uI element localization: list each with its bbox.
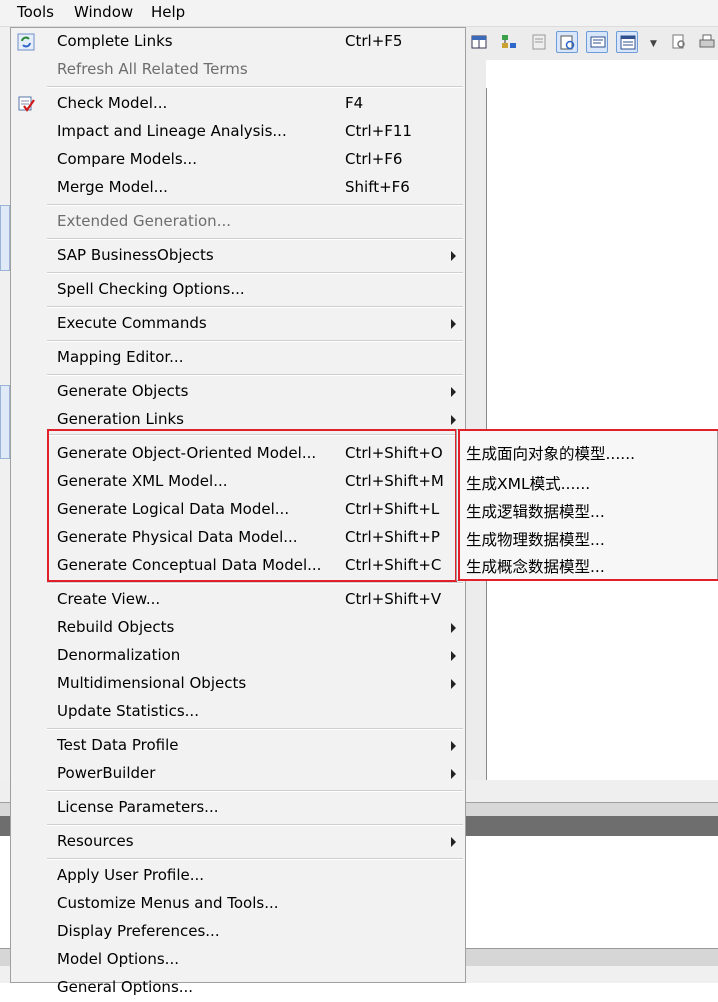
menu-item-mapping-editor[interactable]: Mapping Editor... — [11, 344, 465, 372]
toolbar-button[interactable] — [586, 31, 608, 53]
submenu-arrow-icon — [451, 741, 456, 751]
submenu-arrow-icon — [451, 623, 456, 633]
submenu-arrow-icon — [451, 415, 456, 425]
menu-item-general-options[interactable]: General Options... — [11, 974, 465, 1002]
toolbar-button[interactable] — [616, 31, 638, 53]
print-preview-icon — [672, 34, 685, 49]
menu-bar: Tools Window Help — [0, 0, 718, 27]
submenu-arrow-icon — [451, 251, 456, 261]
menu-item-spell-checking-options[interactable]: Spell Checking Options... — [11, 276, 465, 304]
menu-item-customize-menus-tools[interactable]: Customize Menus and Tools... — [11, 890, 465, 918]
menu-item-denormalization[interactable]: Denormalization — [11, 642, 465, 670]
toolbar-button[interactable] — [468, 31, 490, 53]
toolbar-dropdown-icon[interactable]: ▼ — [650, 39, 657, 49]
menu-item-license-parameters[interactable]: License Parameters... — [11, 794, 465, 822]
menu-item-check-model[interactable]: Check Model... F4 — [11, 90, 465, 118]
submenu-arrow-icon — [451, 651, 456, 661]
menu-item-rebuild-objects[interactable]: Rebuild Objects — [11, 614, 465, 642]
menu-item-sap-businessobjects[interactable]: SAP BusinessObjects — [11, 242, 465, 270]
menu-item-model-options[interactable]: Model Options... — [11, 946, 465, 974]
menu-item-create-view[interactable]: Create View... Ctrl+Shift+V — [11, 586, 465, 614]
menu-item-powerbuilder[interactable]: PowerBuilder — [11, 760, 465, 788]
submenu-highlight-box — [458, 429, 718, 581]
toolbar-button[interactable] — [528, 31, 550, 53]
menu-item-display-preferences[interactable]: Display Preferences... — [11, 918, 465, 946]
menu-item-compare-models[interactable]: Compare Models... Ctrl+F6 — [11, 146, 465, 174]
submenu-arrow-icon — [451, 387, 456, 397]
toolbar-button[interactable] — [498, 31, 520, 53]
toolbar-button[interactable] — [668, 31, 690, 53]
menu-item-resources[interactable]: Resources — [11, 828, 465, 856]
menu-item-refresh-related-terms[interactable]: Refresh All Related Terms — [11, 56, 465, 84]
submenu-arrow-icon — [451, 837, 456, 847]
toolbar-button[interactable] — [556, 31, 578, 53]
menu-item-complete-links[interactable]: Complete Links Ctrl+F5 — [11, 28, 465, 56]
highlight-box — [47, 429, 457, 582]
hierarchy-icon — [502, 35, 516, 48]
menu-item-execute-commands[interactable]: Execute Commands — [11, 310, 465, 338]
menu-item-multidimensional-objects[interactable]: Multidimensional Objects — [11, 670, 465, 698]
check-model-icon — [18, 96, 35, 112]
comment-icon — [590, 36, 606, 48]
submenu-arrow-icon — [451, 769, 456, 779]
menu-item-apply-user-profile[interactable]: Apply User Profile... — [11, 862, 465, 890]
menu-window[interactable]: Window — [74, 3, 133, 21]
zoom-page-icon — [560, 35, 575, 50]
document-icon — [532, 34, 546, 50]
menu-tools[interactable]: Tools — [17, 3, 54, 21]
menu-item-merge-model[interactable]: Merge Model... Shift+F6 — [11, 174, 465, 202]
menu-item-generate-objects[interactable]: Generate Objects — [11, 378, 465, 406]
table-icon — [471, 35, 487, 49]
menu-item-extended-generation[interactable]: Extended Generation... — [11, 208, 465, 236]
menu-item-test-data-profile[interactable]: Test Data Profile — [11, 732, 465, 760]
submenu-arrow-icon — [451, 319, 456, 329]
diagram-canvas[interactable] — [466, 60, 718, 780]
submenu-arrow-icon — [451, 679, 456, 689]
menu-item-impact-lineage[interactable]: Impact and Lineage Analysis... Ctrl+F11 — [11, 118, 465, 146]
menu-help[interactable]: Help — [151, 3, 185, 21]
list-icon — [620, 35, 636, 50]
toolbar-button[interactable] — [696, 31, 718, 53]
refresh-links-icon — [17, 33, 35, 51]
menu-item-update-statistics[interactable]: Update Statistics... — [11, 698, 465, 726]
print-icon — [699, 34, 715, 48]
toolbar: ▼ — [466, 27, 718, 61]
